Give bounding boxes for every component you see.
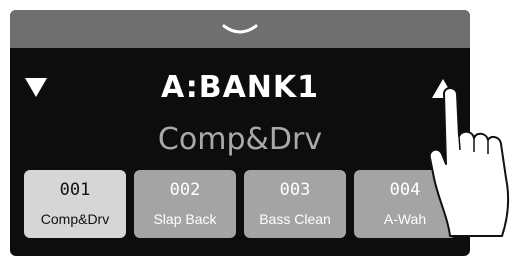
device-screen: A:BANK1 Comp&Drv 001 Comp&Drv 002 Slap B… [10,10,470,256]
patch-label: Slap Back [153,211,217,227]
pull-down-tab[interactable] [10,10,470,48]
patch-button-002[interactable]: 002 Slap Back [134,170,236,238]
bank-title: A:BANK1 [160,70,320,105]
patch-button-003[interactable]: 003 Bass Clean [244,170,346,238]
pointing-hand-icon [428,87,510,237]
patch-number: 002 [169,180,201,200]
patch-number: 001 [59,180,91,200]
patch-label: Bass Clean [259,211,331,227]
patch-number: 003 [279,180,311,200]
current-patch-name: Comp&Drv [157,122,323,157]
patch-label: Comp&Drv [40,211,110,227]
chevron-down-icon[interactable] [222,24,258,36]
patch-button-001[interactable]: 001 Comp&Drv [24,170,126,238]
